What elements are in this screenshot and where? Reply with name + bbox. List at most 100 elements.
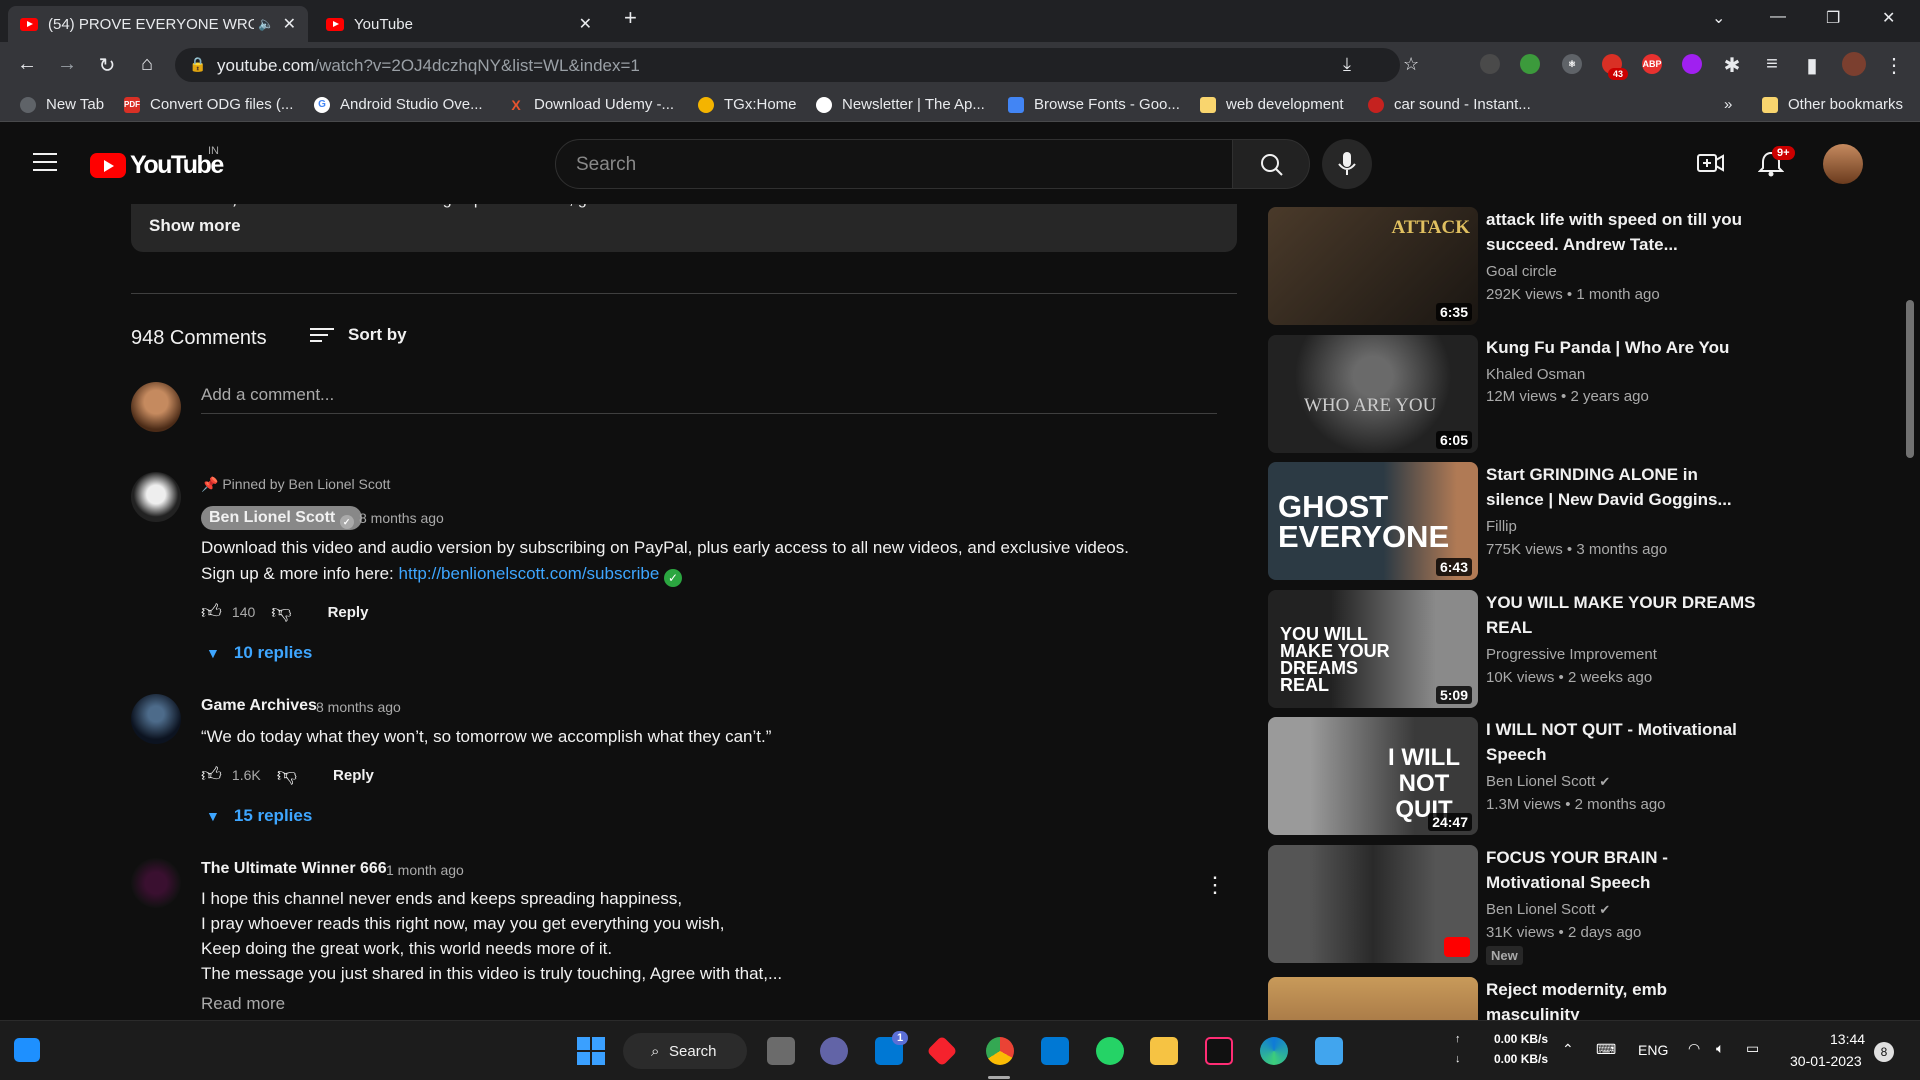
chevron-up-icon[interactable]: ⌃	[1562, 1041, 1574, 1058]
video-title[interactable]: FOCUS YOUR BRAIN - Motivational Speech	[1486, 845, 1756, 895]
other-bookmarks-folder[interactable]: Other bookmarks	[1762, 96, 1903, 113]
chat-icon[interactable]	[820, 1037, 848, 1065]
bookmark-item[interactable]: Newsletter | The Ap...	[816, 96, 985, 113]
subscribe-link[interactable]: http://benlionelscott.com/subscribe	[399, 564, 660, 583]
tab-youtube-video[interactable]: (54) PROVE EVERYONE WRONG 🔈 ✕	[8, 6, 308, 42]
battery-icon[interactable]: ▭	[1746, 1040, 1759, 1057]
comment-author-avatar[interactable]	[131, 472, 181, 522]
close-window-icon[interactable]: ✕	[1882, 8, 1895, 28]
address-bar[interactable]: 🔒 youtube.com/watch?v=2OJ4dczhqNY&list=W…	[175, 48, 1419, 82]
lock-icon[interactable]: 🔒	[189, 56, 206, 73]
video-title[interactable]: Kung Fu Panda | Who Are You	[1486, 335, 1756, 360]
tab-search-icon[interactable]: ⌄	[1712, 8, 1725, 28]
new-tab-icon[interactable]: +	[624, 5, 637, 31]
video-thumbnail[interactable]: ATTACK 6:35	[1268, 207, 1478, 325]
bookmark-item[interactable]: car sound - Instant...	[1368, 96, 1531, 113]
anydesk-icon[interactable]	[926, 1035, 958, 1067]
comment-author[interactable]: Game Archives	[201, 697, 317, 715]
channel-name[interactable]: Khaled Osman	[1486, 366, 1585, 383]
video-thumbnail[interactable]	[1268, 845, 1478, 963]
side-panel-icon[interactable]: ▮	[1800, 53, 1824, 78]
task-view-icon[interactable]	[767, 1037, 795, 1065]
like-icon[interactable]: 👍︎	[201, 600, 222, 624]
comment-time[interactable]: 1 month ago	[386, 862, 464, 878]
voice-search-button[interactable]	[1322, 139, 1372, 189]
adblock-icon[interactable]: ABP	[1642, 54, 1662, 74]
profile-avatar-icon[interactable]	[1842, 52, 1866, 76]
extension-tree-icon[interactable]	[1520, 54, 1540, 74]
install-icon[interactable]: ⤓	[1343, 54, 1351, 75]
bookmark-item[interactable]: TGx:Home	[698, 96, 797, 113]
video-thumbnail[interactable]: I WILL NOT QUIT 24:47	[1268, 717, 1478, 835]
volume-icon[interactable]: 🔈︎	[1716, 1040, 1724, 1057]
keyboard-icon[interactable]: ⌨	[1596, 1041, 1616, 1058]
video-title[interactable]: attack life with speed on till you succe…	[1486, 207, 1756, 257]
video-title[interactable]: YOU WILL MAKE YOUR DREAMS REAL	[1486, 590, 1756, 640]
search-button[interactable]	[1232, 139, 1310, 189]
reply-button[interactable]: Reply	[328, 604, 369, 621]
bookmark-folder[interactable]: web development	[1200, 96, 1344, 113]
related-video[interactable]: ATTACK 6:35 attack life with speed on ti…	[1268, 207, 1742, 327]
more-bookmarks-icon[interactable]: »	[1724, 96, 1732, 113]
channel-name[interactable]: Ben Lionel Scott ✔	[1486, 901, 1610, 918]
channel-name[interactable]: Progressive Improvement	[1486, 646, 1657, 663]
video-title[interactable]: I WILL NOT QUIT - Motivational Speech	[1486, 717, 1756, 767]
add-comment-input[interactable]: Add a comment...	[201, 385, 334, 405]
related-video[interactable]: I WILL NOT QUIT 24:47 I WILL NOT QUIT - …	[1268, 717, 1737, 837]
close-tab-icon[interactable]: ✕	[579, 14, 592, 34]
clock-date[interactable]: 30-01-2023	[1790, 1053, 1862, 1069]
url-text[interactable]: youtube.com/watch?v=2OJ4dczhqNY&list=WL&…	[217, 56, 640, 76]
forward-icon[interactable]: →	[55, 53, 79, 76]
related-video[interactable]: YOU WILL MAKE YOUR DREAMS REAL 5:09 YOU …	[1268, 590, 1756, 710]
comment-author-avatar[interactable]	[131, 694, 181, 744]
page-scrollbar[interactable]	[1906, 300, 1914, 458]
channel-name[interactable]: Fillip	[1486, 518, 1517, 535]
comment-author-avatar[interactable]	[131, 858, 181, 908]
video-thumbnail[interactable]	[1268, 977, 1478, 1020]
extension-react-icon[interactable]: ⚛	[1562, 54, 1582, 74]
close-tab-icon[interactable]: ✕	[283, 14, 296, 34]
like-filled-icon[interactable]: 👍︎	[201, 763, 222, 787]
tab-youtube[interactable]: YouTube ✕	[314, 6, 604, 42]
channel-name[interactable]: Goal circle	[1486, 263, 1557, 280]
bookmark-item[interactable]: Browse Fonts - Goo...	[1008, 96, 1180, 113]
minimize-icon[interactable]: —	[1770, 8, 1786, 26]
back-icon[interactable]: ←	[15, 53, 39, 76]
video-thumbnail[interactable]: WHO ARE YOU 6:05	[1268, 335, 1478, 453]
sort-by-button[interactable]: Sort by	[310, 324, 407, 346]
bookmark-star-icon[interactable]: ☆	[1403, 54, 1419, 75]
reload-icon[interactable]: ↻	[95, 53, 119, 78]
bookmark-item[interactable]: X Download Udemy -...	[508, 96, 674, 113]
view-replies-button[interactable]: ▼ 10 replies	[206, 643, 312, 663]
read-more-button[interactable]: Read more	[201, 994, 285, 1014]
youtube-logo[interactable]: YouTube IN	[90, 145, 224, 180]
related-video[interactable]: GHOST EVERYONE 6:43 Start GRINDING ALONE…	[1268, 462, 1732, 582]
notification-center-badge[interactable]: 8	[1874, 1042, 1894, 1062]
video-title[interactable]: Start GRINDING ALONE in silence | New Da…	[1486, 462, 1756, 512]
comment-author[interactable]: The Ultimate Winner 666	[201, 860, 387, 878]
extension-purple-icon[interactable]	[1682, 54, 1702, 74]
dislike-icon[interactable]: 👎︎	[277, 763, 297, 787]
view-replies-button[interactable]: ▼ 15 replies	[206, 806, 312, 826]
create-video-icon[interactable]	[1696, 150, 1726, 181]
restore-icon[interactable]: ❐	[1826, 8, 1840, 28]
author-chip[interactable]: Ben Lionel Scott ✓	[201, 506, 362, 530]
widgets-icon[interactable]	[14, 1038, 40, 1062]
hamburger-menu-icon[interactable]	[33, 153, 57, 171]
taskbar-search[interactable]: ⌕ Search	[623, 1033, 747, 1069]
wifi-icon[interactable]: ◠	[1688, 1040, 1700, 1057]
notepad-icon[interactable]	[1315, 1037, 1343, 1065]
media-control-icon[interactable]: ≡	[1760, 53, 1784, 76]
edge-icon[interactable]	[1260, 1037, 1288, 1065]
related-video[interactable]: WHO ARE YOU 6:05 Kung Fu Panda | Who Are…	[1268, 335, 1729, 455]
comment-menu-icon[interactable]: ⋮	[1204, 872, 1226, 898]
channel-name[interactable]: Ben Lionel Scott ✔	[1486, 773, 1610, 790]
video-thumbnail[interactable]: YOU WILL MAKE YOUR DREAMS REAL 5:09	[1268, 590, 1478, 708]
video-title[interactable]: Reject modernity, embrace masculinity	[1486, 977, 1668, 1020]
store-icon[interactable]	[1041, 1037, 1069, 1065]
account-avatar[interactable]	[1823, 144, 1863, 184]
dislike-icon[interactable]: 👎︎	[271, 600, 291, 624]
chrome-icon[interactable]	[986, 1037, 1014, 1065]
bookmark-item[interactable]: G Android Studio Ove...	[314, 96, 483, 113]
speaker-icon[interactable]: 🔈	[258, 16, 274, 32]
